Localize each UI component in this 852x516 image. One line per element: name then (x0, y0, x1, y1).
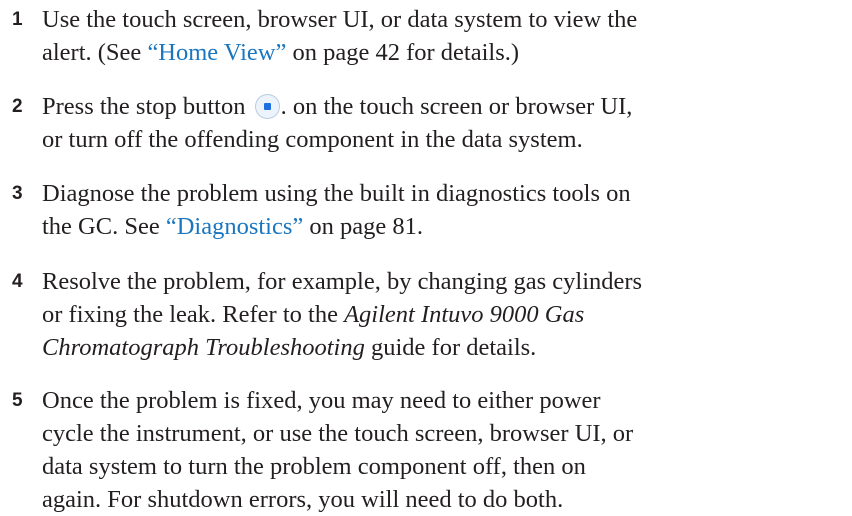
step-text-line: Use the touch screen, browser UI, or dat… (42, 6, 638, 33)
step-text-fragment: on page 42 for details.) (286, 39, 520, 66)
step-text-line: again. For shutdown errors, you will nee… (42, 486, 564, 513)
step-text-line: Press the stop button . on the touch scr… (42, 90, 847, 123)
step-text: Use the touch screen, browser UI, or dat… (42, 3, 847, 69)
step-text-line: or fixing the leak. Refer to the Agilent… (42, 298, 847, 331)
step-text-line: data system to turn the problem componen… (42, 453, 586, 480)
step-number: 2 (12, 96, 23, 117)
step-text-line: Diagnose the problem using the built in … (42, 180, 631, 207)
step-text-line: or turn off the offending component in t… (42, 126, 583, 153)
step-text: Once the problem is fixed, you may need … (42, 384, 847, 516)
manual-title: Chromatograph Troubleshooting (42, 334, 365, 361)
step-text-fragment: guide for details. (364, 334, 537, 361)
step-text-fragment: . on the touch screen or browser UI, (280, 93, 633, 120)
step-text-fragment: on page 81. (303, 213, 424, 240)
step-text-fragment: or fixing the leak. Refer to the (42, 301, 345, 328)
step-number: 4 (12, 271, 23, 292)
step-text-line: Resolve the problem, for example, by cha… (42, 268, 643, 295)
step-text: Diagnose the problem using the built in … (42, 177, 847, 243)
step-number: 5 (12, 390, 23, 411)
step-text-line: Once the problem is fixed, you may need … (42, 387, 601, 414)
step-number: 3 (12, 183, 23, 204)
step-text-line: the GC. See “Diagnostics” on page 81. (42, 210, 847, 243)
step-number: 1 (12, 9, 23, 30)
step-text: Resolve the problem, for example, by cha… (42, 265, 847, 364)
step-text: Press the stop button . on the touch scr… (42, 90, 847, 156)
stop-button-icon (254, 94, 280, 119)
step-text-line: cycle the instrument, or use the touch s… (42, 420, 634, 447)
home-view-link[interactable]: “Home View” (147, 39, 286, 66)
manual-title: Agilent Intuvo 9000 Gas (344, 301, 585, 328)
step-text-line: alert. (See “Home View” on page 42 for d… (42, 36, 847, 69)
step-text-fragment: alert. (See (42, 39, 148, 66)
step-text-line: Chromatograph Troubleshooting guide for … (42, 331, 847, 364)
step-text-fragment: the GC. See (42, 213, 166, 240)
step-text-fragment: Press the stop button (42, 93, 252, 120)
diagnostics-link[interactable]: “Diagnostics” (166, 213, 303, 240)
stop-square-icon (263, 103, 271, 110)
